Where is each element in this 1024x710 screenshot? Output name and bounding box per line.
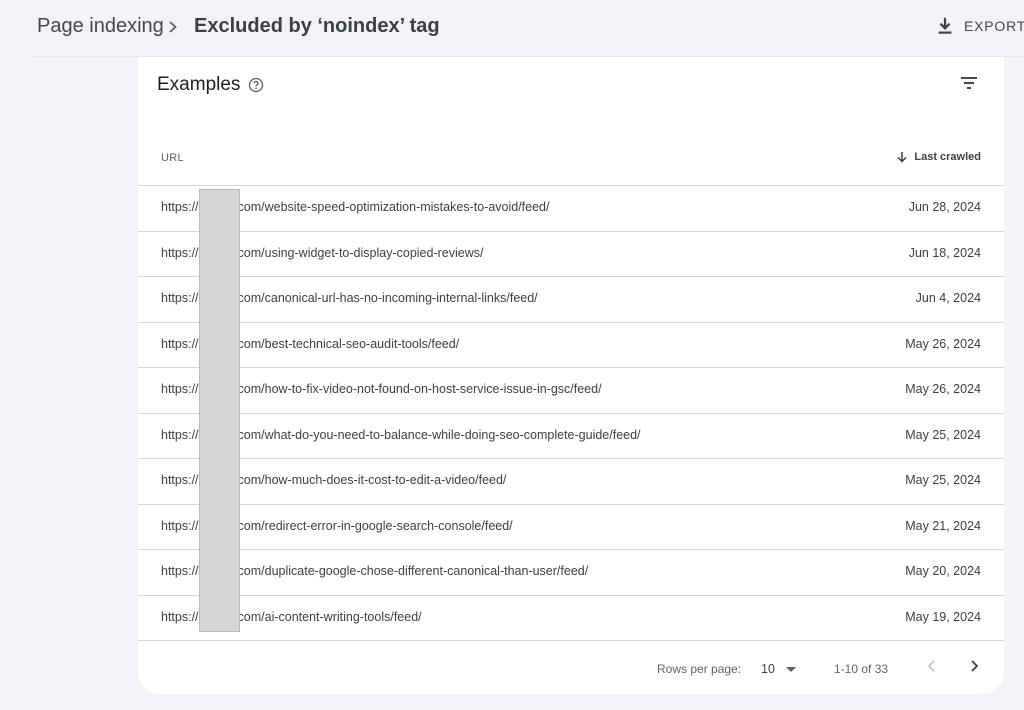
pagination-bar: Rows per page: 10 1-10 of 33 xyxy=(138,651,1004,691)
export-button[interactable]: EXPORT xyxy=(934,12,1024,40)
redaction-box xyxy=(199,189,240,632)
export-label: EXPORT xyxy=(964,18,1024,34)
download-icon xyxy=(938,17,952,34)
dropdown-caret-icon xyxy=(786,667,796,672)
date-cell: May 21, 2024 xyxy=(905,518,981,533)
date-cell: Jun 28, 2024 xyxy=(908,200,981,214)
date-cell: May 25, 2024 xyxy=(905,427,981,442)
date-cell: May 26, 2024 xyxy=(905,336,981,351)
top-bar: Page indexing Excluded by ‘noindex’ tag … xyxy=(0,0,1024,56)
column-header-last-crawled[interactable]: Last crawled xyxy=(895,150,981,164)
table-row[interactable]: https://com/duplicate-google-chose-diffe… xyxy=(138,549,1004,595)
table-row[interactable]: https://com/how-much-does-it-cost-to-edi… xyxy=(138,458,1004,504)
rows-per-page-select[interactable]: 10 xyxy=(759,658,803,680)
rows-per-page-value: 10 xyxy=(761,662,775,676)
next-page-icon[interactable] xyxy=(965,657,983,675)
table-row[interactable]: https://com/using-widget-to-display-copi… xyxy=(138,230,1004,277)
chevron-right-icon xyxy=(169,21,177,33)
table-row[interactable]: https://com/best-technical-seo-audit-too… xyxy=(138,321,1004,368)
column-header-url[interactable]: URL xyxy=(161,152,184,164)
table-row[interactable]: https://com/ai-content-writing-tools/fee… xyxy=(138,594,1004,641)
date-cell: Jun 4, 2024 xyxy=(915,291,981,305)
date-cell: May 26, 2024 xyxy=(905,382,981,396)
examples-card: Examples URL Last crawled https://com/we… xyxy=(138,57,1004,694)
date-cell: May 19, 2024 xyxy=(905,609,981,624)
card-title: Examples xyxy=(157,74,241,95)
filter-icon[interactable] xyxy=(958,72,980,94)
table-row[interactable]: https://com/canonical-url-has-no-incomin… xyxy=(138,276,1004,322)
table-row[interactable]: https://com/website-speed-optimization-m… xyxy=(138,185,1004,231)
arrow-down-icon xyxy=(897,152,907,163)
date-cell: Jun 18, 2024 xyxy=(908,245,981,260)
date-cell: May 20, 2024 xyxy=(905,564,981,578)
page-range-label: 1-10 of 33 xyxy=(834,662,889,676)
table-row[interactable]: https://com/what-do-you-need-to-balance-… xyxy=(138,412,1004,459)
breadcrumb-page-indexing[interactable]: Page indexing xyxy=(37,15,164,38)
rows-per-page-label: Rows per page: xyxy=(657,662,742,676)
help-icon[interactable] xyxy=(248,77,264,93)
previous-page-icon[interactable] xyxy=(923,657,941,675)
date-cell: May 25, 2024 xyxy=(905,473,981,487)
table-row[interactable]: https://com/redirect-error-in-google-sea… xyxy=(138,503,1004,550)
table-row[interactable]: https://com/how-to-fix-video-not-found-o… xyxy=(138,367,1004,413)
table-body: https://com/website-speed-optimization-m… xyxy=(138,185,1004,641)
breadcrumb-current: Excluded by ‘noindex’ tag xyxy=(194,15,440,37)
last-crawled-label: Last crawled xyxy=(914,151,981,163)
